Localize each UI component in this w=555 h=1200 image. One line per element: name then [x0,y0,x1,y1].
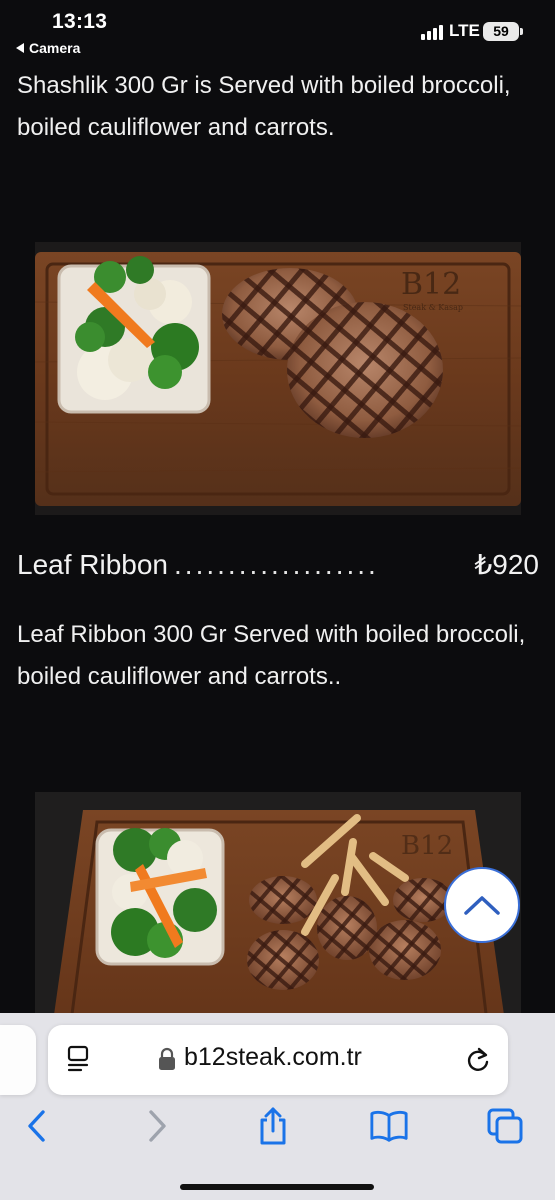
signal-icon [421,24,443,40]
back-arrow-icon [28,1110,45,1142]
reader-icon[interactable] [66,1045,92,1073]
scroll-to-top-button[interactable] [444,867,520,943]
photo1-logo-sub: Steak & Kasap [403,303,463,312]
tabs-icon [487,1108,523,1144]
back-to-app-link[interactable]: Camera [16,40,80,56]
battery-level: 59 [493,23,509,39]
photo1-logo: B12 [401,267,461,302]
share-button[interactable] [253,1104,293,1148]
menu-item-name: Leaf Ribbon [17,549,169,580]
back-triangle-icon [16,43,24,53]
item-description: Shashlik 300 Gr is Served with boiled br… [17,72,511,141]
chevron-up-icon [464,896,500,915]
clock: 13:13 [52,10,108,33]
back-to-app-label: Camera [29,40,81,56]
dish-photo-leaf-ribbon: B12 Steak & Kasap [35,242,521,515]
menu-item-leader: ................... [174,549,379,580]
forward-button[interactable] [137,1104,177,1148]
previous-tab-preview[interactable] [0,1025,36,1095]
photo2-logo: B12 [401,831,453,861]
menu-item-row: Leaf Ribbon ................... ₺920 [17,548,539,592]
lock-icon [159,1047,175,1070]
bookmarks-icon [370,1110,408,1142]
reload-icon[interactable] [465,1046,491,1074]
battery-icon: 59 [483,22,523,41]
share-icon [260,1107,286,1145]
item-description: Leaf Ribbon 300 Gr Served with boiled br… [17,621,526,690]
forward-arrow-icon [149,1110,166,1142]
home-indicator [180,1184,374,1190]
bookmarks-button[interactable] [369,1104,409,1148]
network-type: LTE [449,21,480,40]
menu-item-price: ₺920 [474,549,539,580]
url-text: b12steak.com.tr [184,1043,362,1071]
tabs-button[interactable] [485,1104,525,1148]
status-bar: 13:13 Camera LTE 59 [0,0,555,64]
back-button[interactable] [17,1104,57,1148]
